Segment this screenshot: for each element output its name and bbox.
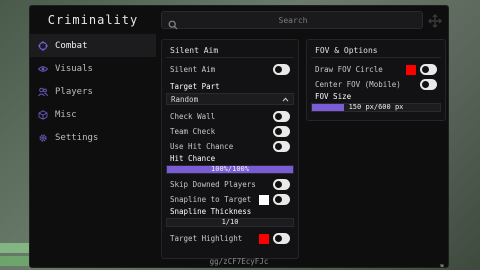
slider-value: 1/10 [221, 218, 239, 226]
team-check-row: Team Check [162, 124, 298, 139]
draw-fov-row: Draw FOV Circle [307, 62, 445, 77]
skip-downed-toggle[interactable] [273, 179, 290, 190]
sidebar-item-combat[interactable]: Combat [30, 34, 156, 57]
slider-value: 100%/100% [211, 165, 249, 173]
use-hit-chance-label: Use Hit Chance [170, 142, 234, 151]
check-wall-row: Check Wall [162, 109, 298, 124]
target-highlight-toggle[interactable] [273, 233, 290, 244]
use-hit-chance-row: Use Hit Chance [162, 139, 298, 154]
check-wall-toggle[interactable] [273, 111, 290, 122]
users-icon [38, 87, 48, 97]
panel-title: Silent Aim [170, 46, 219, 55]
resize-icon[interactable] [436, 257, 444, 267]
draw-fov-toggle[interactable] [420, 64, 437, 75]
sidebar-item-label: Players [55, 86, 93, 97]
hit-chance-slider[interactable]: 100%/100% [166, 165, 294, 174]
hit-chance-label: Hit Chance [170, 154, 216, 163]
team-check-label: Team Check [170, 127, 216, 136]
silent-aim-label: Silent Aim [170, 65, 216, 74]
sidebar-item-label: Combat [55, 40, 88, 51]
target-highlight-color-swatch[interactable] [259, 233, 269, 244]
fov-size-label: FOV Size [315, 92, 352, 101]
search-icon [168, 15, 178, 30]
team-check-toggle[interactable] [273, 126, 290, 137]
discord-link[interactable]: gg/zCF7EcyFJc [30, 255, 448, 267]
gear-icon [38, 133, 48, 143]
search-bar[interactable] [161, 11, 423, 30]
center-fov-row: Center FOV (Mobile) [307, 77, 445, 92]
chevron-up-icon [282, 95, 289, 104]
fov-size-slider[interactable]: 150 px/600 px [311, 103, 441, 112]
silent-aim-panel: Silent Aim Silent Aim Target Part Random… [161, 39, 299, 259]
snapline-thickness-label: Snapline Thickness [170, 207, 252, 216]
eye-icon [38, 64, 48, 74]
target-highlight-label: Target Highlight [170, 234, 243, 243]
sidebar-item-misc[interactable]: Misc [30, 103, 156, 126]
target-highlight-row: Target Highlight [162, 231, 298, 246]
move-icon[interactable] [428, 13, 442, 28]
check-wall-label: Check Wall [170, 112, 216, 121]
sidebar-item-label: Settings [55, 132, 99, 143]
window-title: Criminality [47, 13, 139, 27]
crosshair-icon [38, 40, 48, 51]
cube-icon [38, 109, 48, 120]
slider-value: 150 px/600 px [348, 103, 404, 111]
target-part-value: Random [171, 94, 199, 104]
silent-aim-row: Silent Aim [162, 62, 298, 77]
skip-downed-label: Skip Downed Players [170, 180, 256, 189]
main-window: Criminality Combat Visuals Players [29, 5, 449, 268]
silent-aim-toggle[interactable] [273, 64, 290, 75]
snapline-color-swatch[interactable] [259, 194, 269, 205]
snapline-label: Snapline to Target [170, 195, 252, 204]
snapline-thickness-slider[interactable]: 1/10 [166, 218, 294, 227]
use-hit-chance-toggle[interactable] [273, 141, 290, 152]
snapline-row: Snapline to Target [162, 192, 298, 207]
target-part-label: Target Part [170, 82, 220, 91]
center-fov-label: Center FOV (Mobile) [315, 80, 401, 89]
snapline-toggle[interactable] [273, 194, 290, 205]
draw-fov-label: Draw FOV Circle [315, 65, 383, 74]
search-input[interactable] [178, 14, 422, 26]
target-part-dropdown[interactable]: Random [166, 93, 294, 105]
fov-options-panel: FOV & Options Draw FOV Circle Center FOV… [306, 39, 446, 121]
sidebar-item-settings[interactable]: Settings [30, 126, 156, 149]
sidebar-item-players[interactable]: Players [30, 80, 156, 103]
center-fov-toggle[interactable] [420, 79, 437, 90]
sidebar-item-label: Misc [55, 109, 77, 120]
sidebar: Combat Visuals Players Misc Settings [30, 34, 156, 149]
panel-title: FOV & Options [315, 46, 378, 55]
sidebar-item-visuals[interactable]: Visuals [30, 57, 156, 80]
skip-downed-row: Skip Downed Players [162, 177, 298, 192]
sidebar-item-label: Visuals [55, 63, 93, 74]
fov-circle-color-swatch[interactable] [406, 64, 416, 75]
